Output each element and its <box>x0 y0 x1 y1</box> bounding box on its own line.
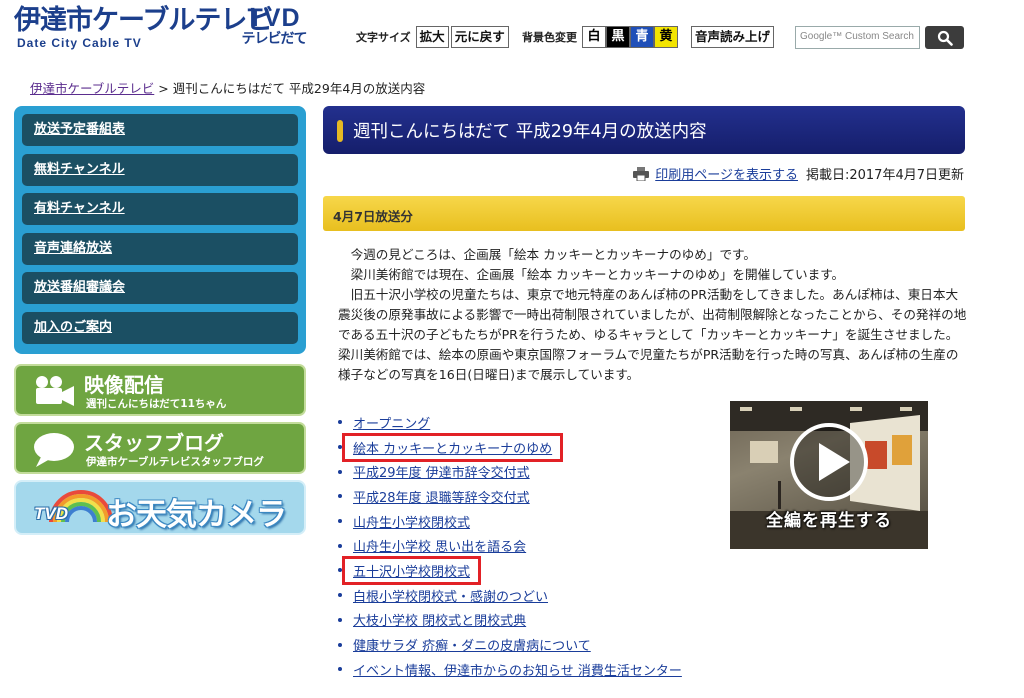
blog-banner-title: スタッフブログ <box>84 431 224 455</box>
bg-blue-button[interactable]: 青 <box>630 26 654 48</box>
tvd-logo[interactable]: TVD テレビだて <box>238 6 310 48</box>
list-item: 平成28年度 退職等辞令交付式 <box>338 484 682 509</box>
print-row: 印刷用ページを表示する 掲載日:2017年4月7日更新 <box>633 164 964 183</box>
breadcrumb-separator: > <box>154 81 173 96</box>
printer-icon <box>633 166 650 181</box>
logo-title: 伊達市ケーブルテレビ <box>14 5 273 36</box>
blog-banner-subtitle: 伊達市ケーブルテレビスタッフブログ <box>86 456 264 468</box>
magnifier-icon <box>937 30 953 46</box>
bullet-icon <box>338 543 342 548</box>
site-logo[interactable]: 伊達市ケーブルテレビ Date City Cable TV <box>14 5 273 51</box>
article-paragraph: 旧五十沢小学校の児童たちは、東京で地元特産のあんぽ柿のPR活動をしてきました。あ… <box>338 287 967 382</box>
sidebar-item-council[interactable]: 放送番組審議会 <box>22 272 298 304</box>
sidebar-item-free-channel[interactable]: 無料チャンネル <box>22 153 298 186</box>
breadcrumb: 伊達市ケーブルテレビ > 週刊こんにちはだて 平成29年4月の放送内容 <box>30 78 425 97</box>
segment-link[interactable]: 白根小学校閉校式・感謝のつどい <box>353 586 548 605</box>
video-player-thumbnail[interactable]: 全編を再生する <box>730 401 928 549</box>
list-item: 平成29年度 伊達市辞令交付式 <box>338 459 682 484</box>
staff-blog-banner[interactable]: スタッフブログ 伊達市ケーブルテレビスタッフブログ <box>14 422 306 474</box>
bullet-icon <box>338 494 342 499</box>
bullet-icon <box>338 642 342 647</box>
enlarge-text-button[interactable]: 拡大 <box>415 26 449 48</box>
posted-date: 掲載日:2017年4月7日更新 <box>805 168 964 183</box>
tvd-logo-kana: テレビだて <box>241 31 308 47</box>
bullet-icon <box>338 445 342 450</box>
segment-link[interactable]: 五十沢小学校閉校式 <box>341 555 482 585</box>
segment-link[interactable]: 平成28年度 退職等辞令交付式 <box>353 487 530 506</box>
bullet-icon <box>338 617 342 622</box>
segment-link[interactable]: 健康サラダ 疥癬・ダニの皮膚病について <box>353 635 591 654</box>
section-title: 4月7日放送分 <box>333 209 413 224</box>
segment-link-list: オープニング 絵本 カッキーとカッキーナのゆめ 平成29年度 伊達市辞令交付式 … <box>338 410 682 682</box>
section-heading: 4月7日放送分 <box>323 196 965 231</box>
list-item: 健康サラダ 疥癬・ダニの皮膚病について <box>338 632 682 657</box>
sidebar-item-audio-broadcast[interactable]: 音声連絡放送 <box>22 232 298 265</box>
segment-link[interactable]: 絵本 カッキーとカッキーナのゆめ <box>341 432 564 462</box>
speech-bubble-icon <box>34 433 74 467</box>
bullet-icon <box>338 420 342 425</box>
page-title: 週刊こんにちはだて 平成29年4月の放送内容 <box>353 122 707 142</box>
font-size-tools: 文字サイズ 拡大 元に戻す <box>356 26 509 48</box>
page-heading: 週刊こんにちはだて 平成29年4月の放送内容 <box>323 106 965 154</box>
bullet-icon <box>338 519 342 524</box>
segment-link[interactable]: オープニング <box>353 413 430 432</box>
list-item: イベント情報、伊達市からのお知らせ 消費生活センター <box>338 657 682 682</box>
heading-accent-bar <box>337 120 343 142</box>
search-button[interactable] <box>925 26 964 49</box>
list-item: 白根小学校閉校式・感謝のつどい <box>338 583 682 608</box>
segment-link[interactable]: 山舟生小学校 思い出を語る会 <box>353 536 526 555</box>
tvd-logo-text: TVD <box>247 4 301 32</box>
list-item: 五十沢小学校閉校式 <box>338 555 682 585</box>
segment-link[interactable]: 山舟生小学校閉校式 <box>353 512 470 531</box>
logo-subtitle: Date City Cable TV <box>17 36 142 50</box>
segment-link[interactable]: 大枝小学校 閉校式と閉校式典 <box>353 610 526 629</box>
weather-camera-banner[interactable]: TVD お天気カメラ <box>14 480 306 535</box>
bg-color-tools: 背景色変更 白 黒 青 黄 <box>522 26 678 48</box>
read-aloud-button[interactable]: 音声読み上げ <box>691 26 775 48</box>
sidebar-item-schedule[interactable]: 放送予定番組表 <box>22 114 298 146</box>
article-paragraph: 梁川美術館では現在、企画展「絵本 カッキーとカッキーナのゆめ」を開催しています。 <box>350 267 845 282</box>
bg-black-button[interactable]: 黒 <box>606 26 630 48</box>
search-input[interactable]: Google™ Custom Search <box>795 26 920 49</box>
weather-banner-tvd: TVD <box>34 504 68 523</box>
breadcrumb-current: 週刊こんにちはだて 平成29年4月の放送内容 <box>172 81 426 96</box>
bullet-icon <box>338 568 342 573</box>
bullet-icon <box>338 593 342 598</box>
reset-text-button[interactable]: 元に戻す <box>450 26 509 48</box>
segment-link[interactable]: イベント情報、伊達市からのお知らせ 消費生活センター <box>353 660 682 679</box>
sidebar-item-paid-channel[interactable]: 有料チャンネル <box>22 193 298 225</box>
video-banner-subtitle: 週刊こんにちはだて11ちゃん <box>86 398 227 410</box>
list-item: 山舟生小学校閉校式 <box>338 509 682 534</box>
weather-banner-title: お天気カメラ <box>106 497 287 533</box>
bg-white-button[interactable]: 白 <box>582 26 606 48</box>
list-item: 大枝小学校 閉校式と閉校式典 <box>338 608 682 633</box>
play-all-label: 全編を再生する <box>766 511 892 531</box>
article-body: 今週の見どころは、企画展「絵本 カッキーとカッキーナのゆめ」です。 梁川美術館で… <box>338 245 968 385</box>
play-icon <box>790 423 868 501</box>
bg-yellow-button[interactable]: 黄 <box>654 26 678 48</box>
video-camera-icon <box>36 376 74 406</box>
list-item: オープニング <box>338 410 682 435</box>
read-aloud-tool: 音声読み上げ <box>691 26 775 48</box>
sidebar-nav: 放送予定番組表 無料チャンネル 有料チャンネル 音声連絡放送 放送番組審議会 加… <box>14 106 306 354</box>
bg-color-label: 背景色変更 <box>522 31 577 44</box>
font-size-label: 文字サイズ <box>356 31 411 44</box>
list-item: 絵本 カッキーとカッキーナのゆめ <box>338 432 682 462</box>
print-page-link[interactable]: 印刷用ページを表示する <box>655 164 798 183</box>
list-item: 山舟生小学校 思い出を語る会 <box>338 533 682 558</box>
video-banner-title: 映像配信 <box>84 373 164 397</box>
bullet-icon <box>338 667 342 672</box>
breadcrumb-home-link[interactable]: 伊達市ケーブルテレビ <box>30 81 154 96</box>
article-paragraph: 今週の見どころは、企画展「絵本 カッキーとカッキーナのゆめ」です。 <box>350 247 756 262</box>
sidebar-item-join[interactable]: 加入のご案内 <box>22 311 298 344</box>
segment-link[interactable]: 平成29年度 伊達市辞令交付式 <box>353 462 530 481</box>
bullet-icon <box>338 469 342 474</box>
video-stream-banner[interactable]: 映像配信 週刊こんにちはだて11ちゃん <box>14 364 306 416</box>
